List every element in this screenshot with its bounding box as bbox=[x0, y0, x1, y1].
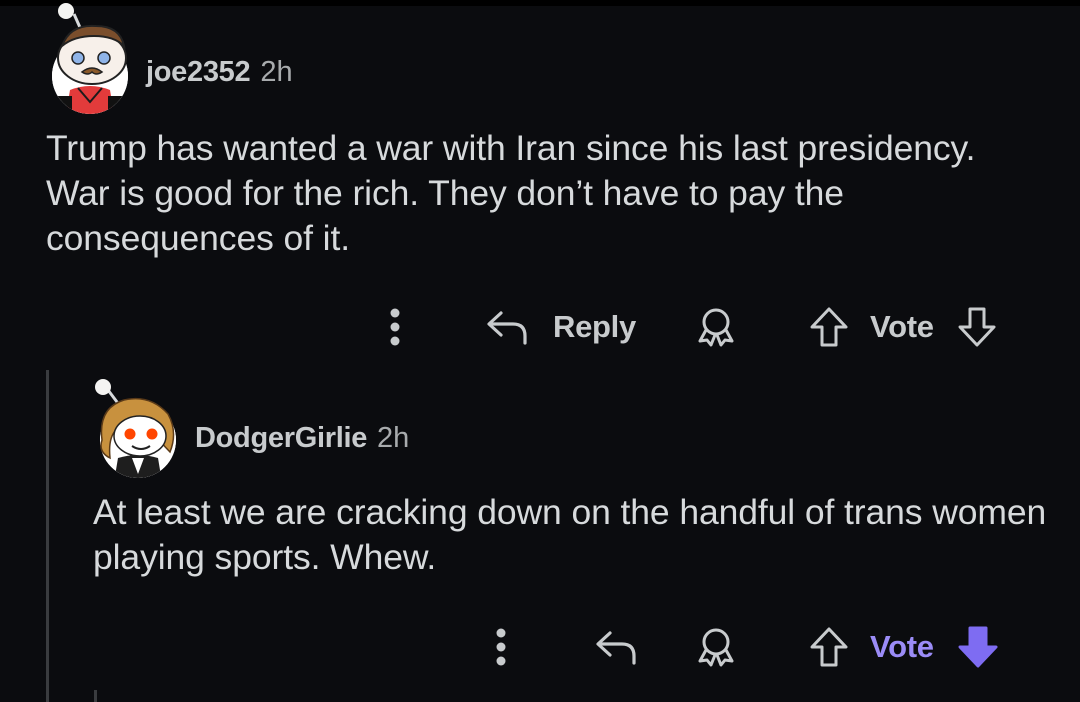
overflow-menu-button[interactable] bbox=[380, 302, 410, 352]
avatar[interactable] bbox=[94, 378, 180, 482]
reply-label: Reply bbox=[553, 309, 636, 344]
comment-body: Trump has wanted a war with Iran since h… bbox=[46, 128, 976, 258]
upvote-icon bbox=[810, 627, 848, 667]
timestamp: 2h bbox=[377, 422, 410, 454]
avatar[interactable] bbox=[48, 2, 134, 114]
downvote-icon bbox=[958, 626, 998, 668]
upvote-icon bbox=[810, 307, 848, 347]
upvote-button[interactable] bbox=[808, 302, 850, 352]
comment-actions: Vote bbox=[0, 622, 1080, 672]
username[interactable]: joe2352 bbox=[146, 56, 251, 89]
overflow-menu-button[interactable] bbox=[486, 622, 516, 672]
award-button[interactable] bbox=[694, 622, 738, 672]
overflow-menu-icon bbox=[390, 308, 400, 346]
vote-label: Vote bbox=[870, 309, 934, 344]
award-icon bbox=[698, 628, 734, 667]
timestamp: 2h bbox=[260, 56, 293, 88]
nested-thread-line[interactable] bbox=[94, 690, 97, 702]
comment-header: joe2352 2h bbox=[146, 56, 293, 89]
downvote-icon bbox=[958, 307, 996, 347]
reply-button[interactable]: Reply bbox=[485, 302, 636, 352]
award-icon bbox=[698, 308, 734, 347]
upvote-button[interactable] bbox=[808, 622, 850, 672]
downvote-button[interactable] bbox=[956, 302, 998, 352]
vote-label: Vote bbox=[870, 629, 934, 664]
top-edge bbox=[0, 0, 1080, 6]
reply-arrow-icon bbox=[487, 311, 527, 345]
vote-count: Vote bbox=[870, 302, 934, 352]
downvote-button[interactable] bbox=[956, 622, 1000, 672]
reply-button[interactable] bbox=[594, 622, 638, 672]
comment-actions: Reply Vote bbox=[0, 302, 1080, 352]
comment-header: DodgerGirlie 2h bbox=[195, 422, 409, 455]
reply-arrow-icon bbox=[596, 631, 636, 665]
overflow-menu-icon bbox=[496, 628, 506, 666]
award-button[interactable] bbox=[694, 302, 738, 352]
vote-count: Vote bbox=[870, 622, 934, 672]
comment-body: At least we are cracking down on the han… bbox=[93, 492, 1047, 577]
username[interactable]: DodgerGirlie bbox=[195, 422, 367, 455]
